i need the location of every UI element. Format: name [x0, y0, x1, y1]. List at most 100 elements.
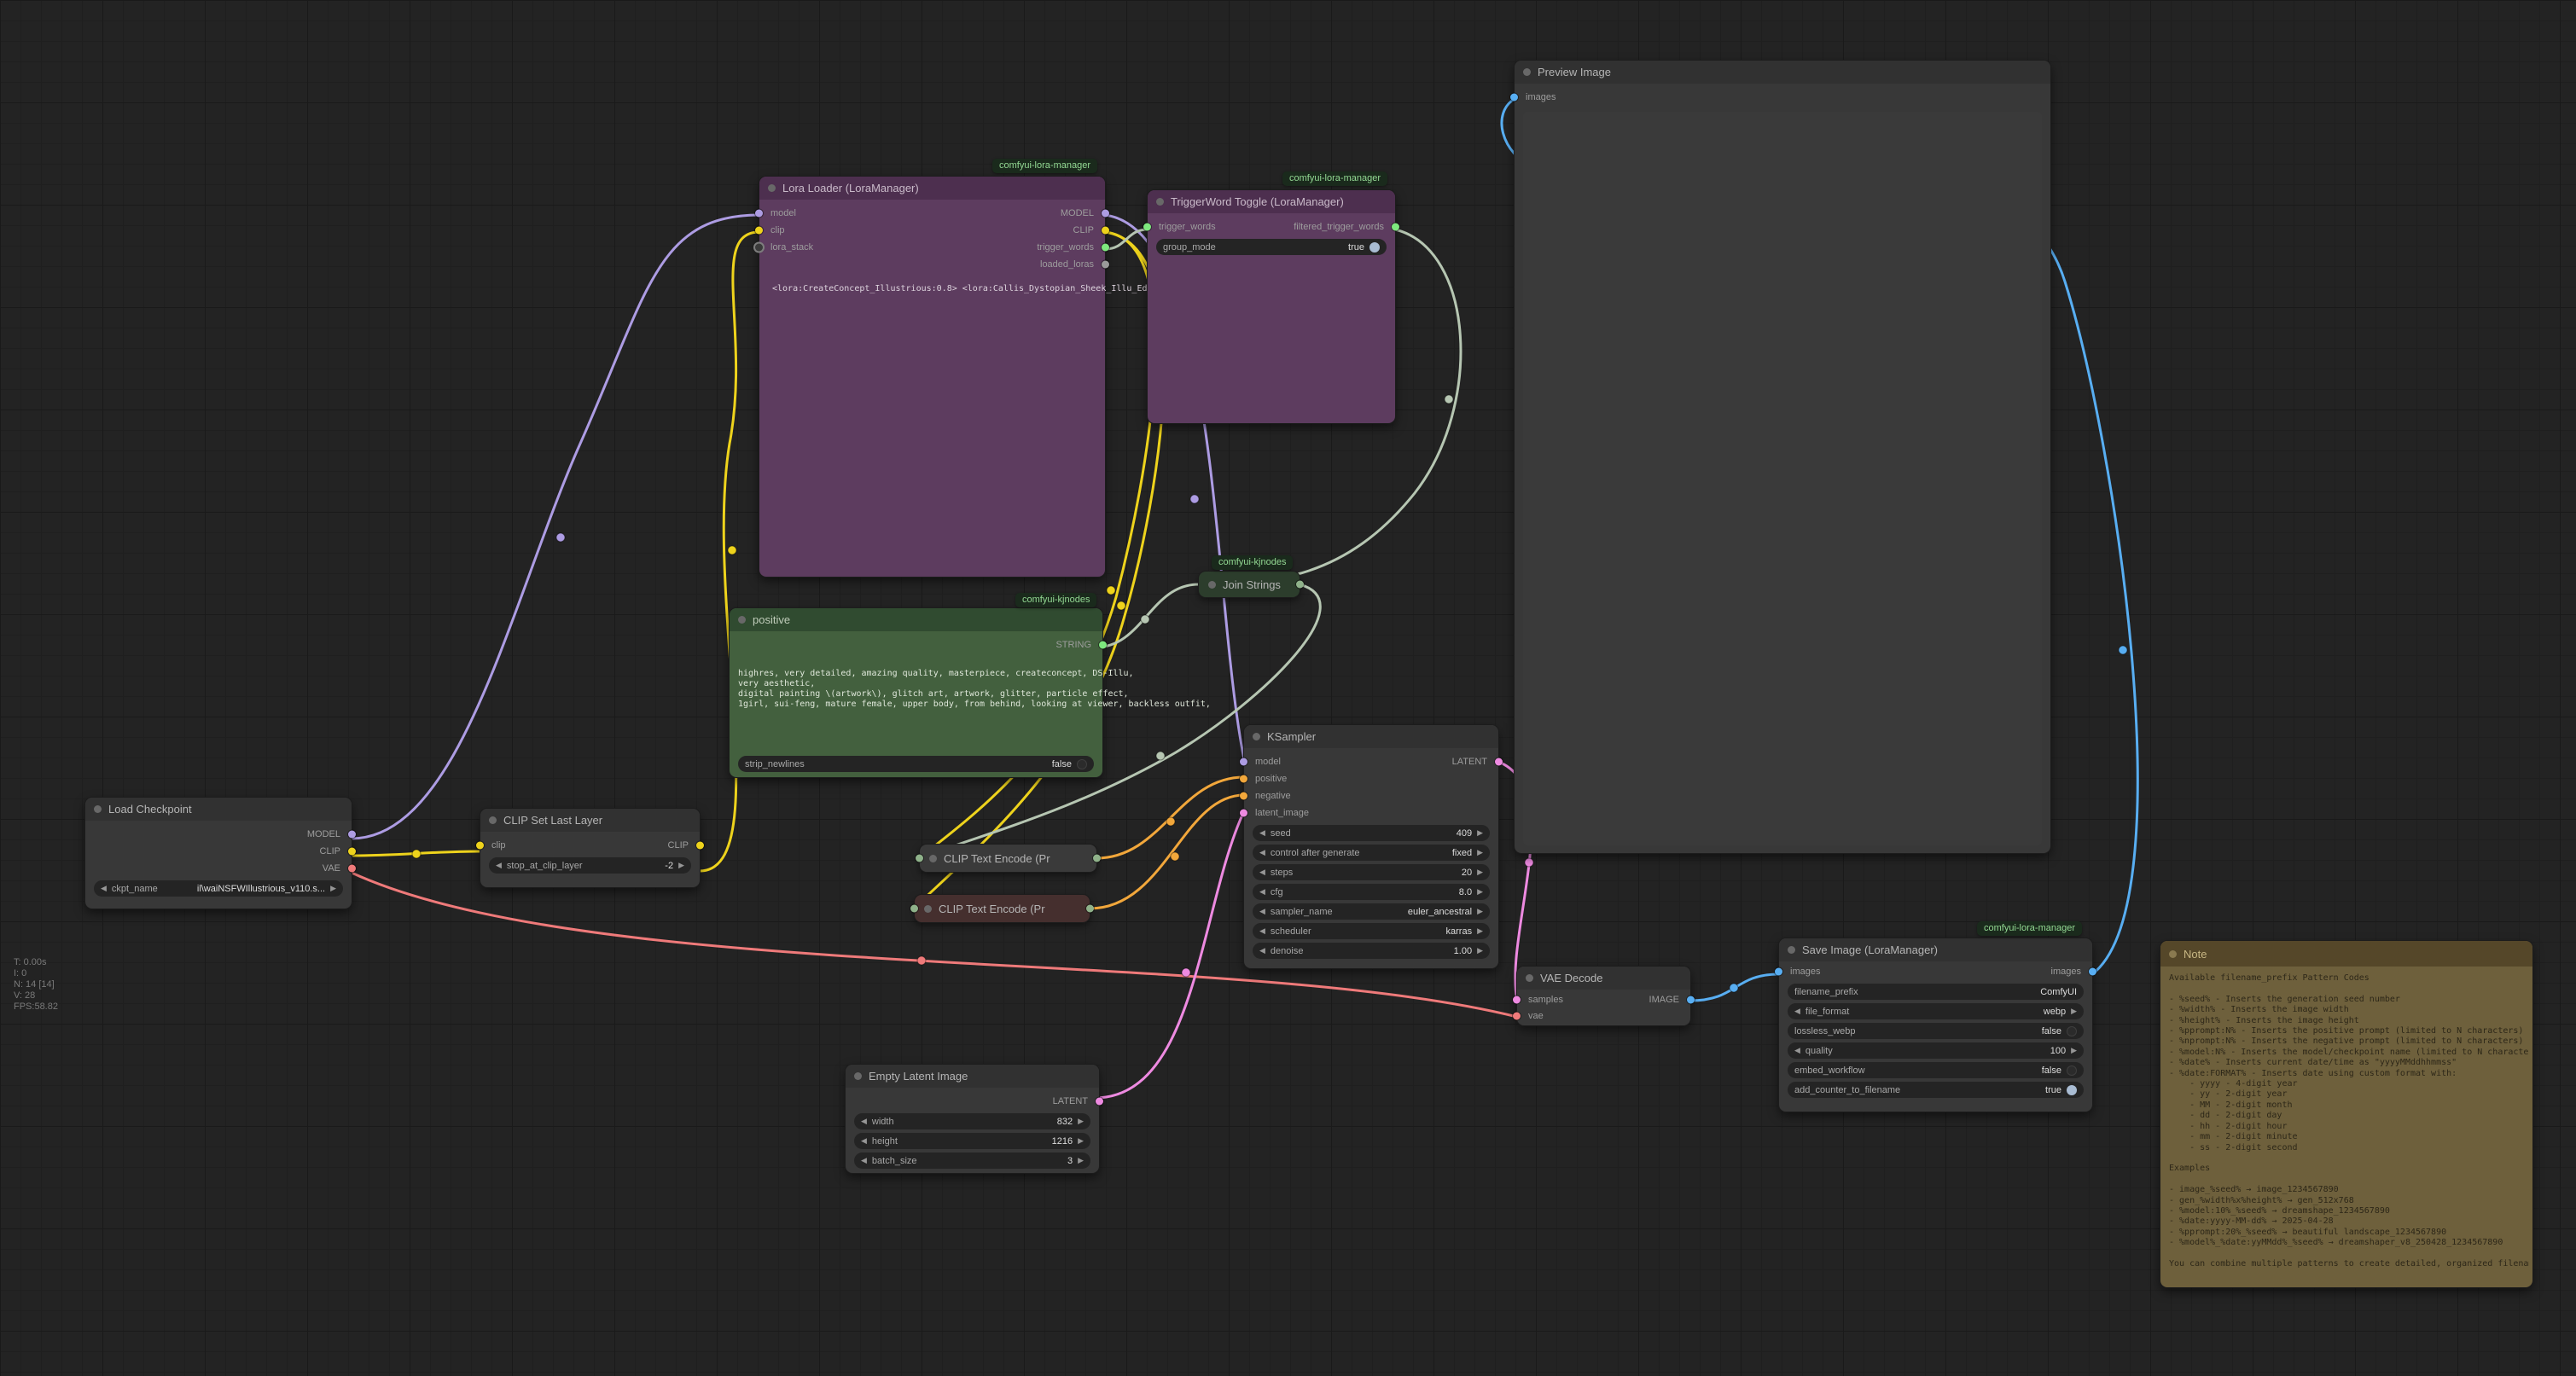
lora-stack-input-port[interactable]	[755, 244, 763, 252]
batch-size-widget[interactable]: ◀batch_size3▶	[854, 1152, 1090, 1169]
prev-arrow-icon[interactable]: ◀	[1259, 849, 1265, 856]
toggle-off-icon[interactable]	[1077, 759, 1087, 769]
node-titlebar[interactable]: TriggerWord Toggle (LoraManager)	[1148, 190, 1395, 213]
next-arrow-icon[interactable]: ▶	[1477, 908, 1483, 915]
next-arrow-icon[interactable]: ▶	[1477, 868, 1483, 876]
next-arrow-icon[interactable]: ▶	[1078, 1137, 1084, 1145]
string-output-port[interactable]	[1099, 642, 1107, 649]
conditioning-output-port[interactable]	[1086, 905, 1094, 913]
group-mode-toggle-widget[interactable]: group_mode true	[1156, 239, 1387, 255]
toggle-on-icon[interactable]	[2067, 1085, 2077, 1095]
steps-widget[interactable]: ◀steps20▶	[1253, 864, 1490, 880]
node-clip-set-last-layer[interactable]: CLIP Set Last Layer clip CLIP ◀ stop_at_…	[480, 809, 700, 887]
next-arrow-icon[interactable]: ▶	[1477, 888, 1483, 896]
quality-widget[interactable]: ◀quality100▶	[1788, 1042, 2084, 1059]
node-graph-canvas[interactable]: T: 0.00s I: 0 N: 14 [14] V: 28 FPS:58.82…	[0, 0, 2576, 1376]
node-positive-prompt[interactable]: positive STRING highres, very detailed, …	[730, 608, 1102, 777]
node-lora-loader[interactable]: Lora Loader (LoraManager) model MODEL cl…	[759, 177, 1105, 577]
width-widget[interactable]: ◀width832▶	[854, 1113, 1090, 1129]
collapse-dot-icon[interactable]	[924, 905, 932, 913]
node-titlebar[interactable]: Load Checkpoint	[85, 798, 352, 821]
prev-arrow-icon[interactable]: ◀	[1259, 947, 1265, 955]
prev-arrow-icon[interactable]: ◀	[1259, 927, 1265, 935]
images-input-port[interactable]	[1510, 94, 1518, 102]
latent-output-port[interactable]	[1495, 758, 1503, 766]
prompt-text[interactable]: highres, very detailed, amazing quality,…	[738, 669, 1211, 710]
loaded-loras-output-port[interactable]	[1102, 261, 1109, 269]
node-load-checkpoint[interactable]: Load Checkpoint MODEL CLIP VAE ◀ ckpt_na…	[85, 798, 352, 909]
node-empty-latent-image[interactable]: Empty Latent Image LATENT ◀width832▶ ◀he…	[846, 1065, 1099, 1173]
prev-arrow-icon[interactable]: ◀	[861, 1157, 867, 1164]
collapse-dot-icon[interactable]	[1208, 581, 1216, 589]
conditioning-output-port[interactable]	[1093, 855, 1101, 862]
collapse-dot-icon[interactable]	[1526, 974, 1533, 982]
node-titlebar[interactable]: Lora Loader (LoraManager)	[759, 177, 1105, 200]
clip-input-port[interactable]	[476, 842, 484, 850]
next-arrow-icon[interactable]: ▶	[330, 885, 336, 892]
stop-at-clip-layer-widget[interactable]: ◀ stop_at_clip_layer -2 ▶	[489, 857, 691, 874]
filtered-trigger-words-output-port[interactable]	[1392, 224, 1399, 231]
node-titlebar[interactable]: Save Image (LoraManager)	[1779, 938, 2092, 961]
lossless-webp-toggle-widget[interactable]: lossless_webpfalse	[1788, 1023, 2084, 1039]
cfg-widget[interactable]: ◀cfg8.0▶	[1253, 884, 1490, 900]
node-clip-text-encode-positive[interactable]: CLIP Text Encode (Pr	[920, 845, 1096, 872]
next-arrow-icon[interactable]: ▶	[1078, 1157, 1084, 1164]
samples-input-port[interactable]	[1513, 996, 1521, 1003]
prev-arrow-icon[interactable]: ◀	[101, 885, 107, 892]
node-titlebar[interactable]: positive	[730, 608, 1102, 631]
prev-arrow-icon[interactable]: ◀	[1259, 829, 1265, 837]
collapse-dot-icon[interactable]	[1788, 946, 1795, 954]
clip-input-port[interactable]	[755, 227, 763, 235]
image-output-port[interactable]	[1687, 996, 1695, 1003]
prev-arrow-icon[interactable]: ◀	[496, 862, 502, 869]
node-titlebar[interactable]: Note	[2160, 941, 2532, 967]
clip-output-port[interactable]	[696, 842, 704, 850]
model-input-port[interactable]	[1240, 758, 1247, 766]
trigger-words-output-port[interactable]	[1102, 244, 1109, 252]
collapse-dot-icon[interactable]	[94, 805, 102, 813]
node-save-image[interactable]: Save Image (LoraManager) images images f…	[1779, 938, 2092, 1112]
scheduler-widget[interactable]: ◀schedulerkarras▶	[1253, 923, 1490, 939]
strip-newlines-toggle-widget[interactable]: strip_newlines false	[738, 756, 1094, 772]
collapse-dot-icon[interactable]	[854, 1072, 862, 1080]
next-arrow-icon[interactable]: ▶	[1078, 1118, 1084, 1125]
collapse-dot-icon[interactable]	[1253, 733, 1260, 740]
prev-arrow-icon[interactable]: ◀	[861, 1118, 867, 1125]
collapse-dot-icon[interactable]	[929, 855, 937, 862]
collapse-dot-icon[interactable]	[738, 616, 746, 624]
next-arrow-icon[interactable]: ▶	[1477, 927, 1483, 935]
model-output-port[interactable]	[348, 831, 356, 839]
collapse-dot-icon[interactable]	[1156, 198, 1164, 206]
prev-arrow-icon[interactable]: ◀	[1794, 1047, 1800, 1054]
model-input-port[interactable]	[755, 210, 763, 218]
next-arrow-icon[interactable]: ▶	[678, 862, 684, 869]
prev-arrow-icon[interactable]: ◀	[1259, 868, 1265, 876]
node-triggerword-toggle[interactable]: TriggerWord Toggle (LoraManager) trigger…	[1148, 190, 1395, 423]
lora-syntax-text[interactable]: <lora:CreateConcept_Illustrious:0.8> <lo…	[772, 284, 1199, 293]
string-output-port[interactable]	[1296, 581, 1304, 589]
denoise-widget[interactable]: ◀denoise1.00▶	[1253, 943, 1490, 959]
next-arrow-icon[interactable]: ▶	[2071, 1007, 2077, 1015]
node-titlebar[interactable]: CLIP Set Last Layer	[480, 809, 700, 832]
latent-image-input-port[interactable]	[1240, 810, 1247, 817]
node-titlebar[interactable]: Empty Latent Image	[846, 1065, 1099, 1088]
latent-output-port[interactable]	[1096, 1098, 1103, 1106]
images-output-port[interactable]	[2089, 968, 2096, 976]
next-arrow-icon[interactable]: ▶	[1477, 947, 1483, 955]
toggle-off-icon[interactable]	[2067, 1065, 2077, 1076]
images-input-port[interactable]	[1775, 968, 1782, 976]
model-output-port[interactable]	[1102, 210, 1109, 218]
node-vae-decode[interactable]: VAE Decode samples IMAGE vae	[1517, 967, 1690, 1025]
trigger-words-input-port[interactable]	[1143, 224, 1151, 231]
node-join-strings[interactable]: Join Strings	[1199, 572, 1300, 597]
node-titlebar[interactable]: Preview Image	[1515, 61, 2050, 84]
inputs-collapsed-port[interactable]	[916, 855, 923, 862]
next-arrow-icon[interactable]: ▶	[1477, 829, 1483, 837]
prev-arrow-icon[interactable]: ◀	[1794, 1007, 1800, 1015]
prev-arrow-icon[interactable]: ◀	[1259, 888, 1265, 896]
node-note[interactable]: Note Available filename_prefix Pattern C…	[2160, 941, 2532, 1287]
height-widget[interactable]: ◀height1216▶	[854, 1133, 1090, 1149]
inputs-collapsed-port[interactable]	[910, 905, 918, 913]
vae-input-port[interactable]	[1513, 1012, 1521, 1019]
node-preview-image[interactable]: Preview Image images	[1515, 61, 2050, 853]
